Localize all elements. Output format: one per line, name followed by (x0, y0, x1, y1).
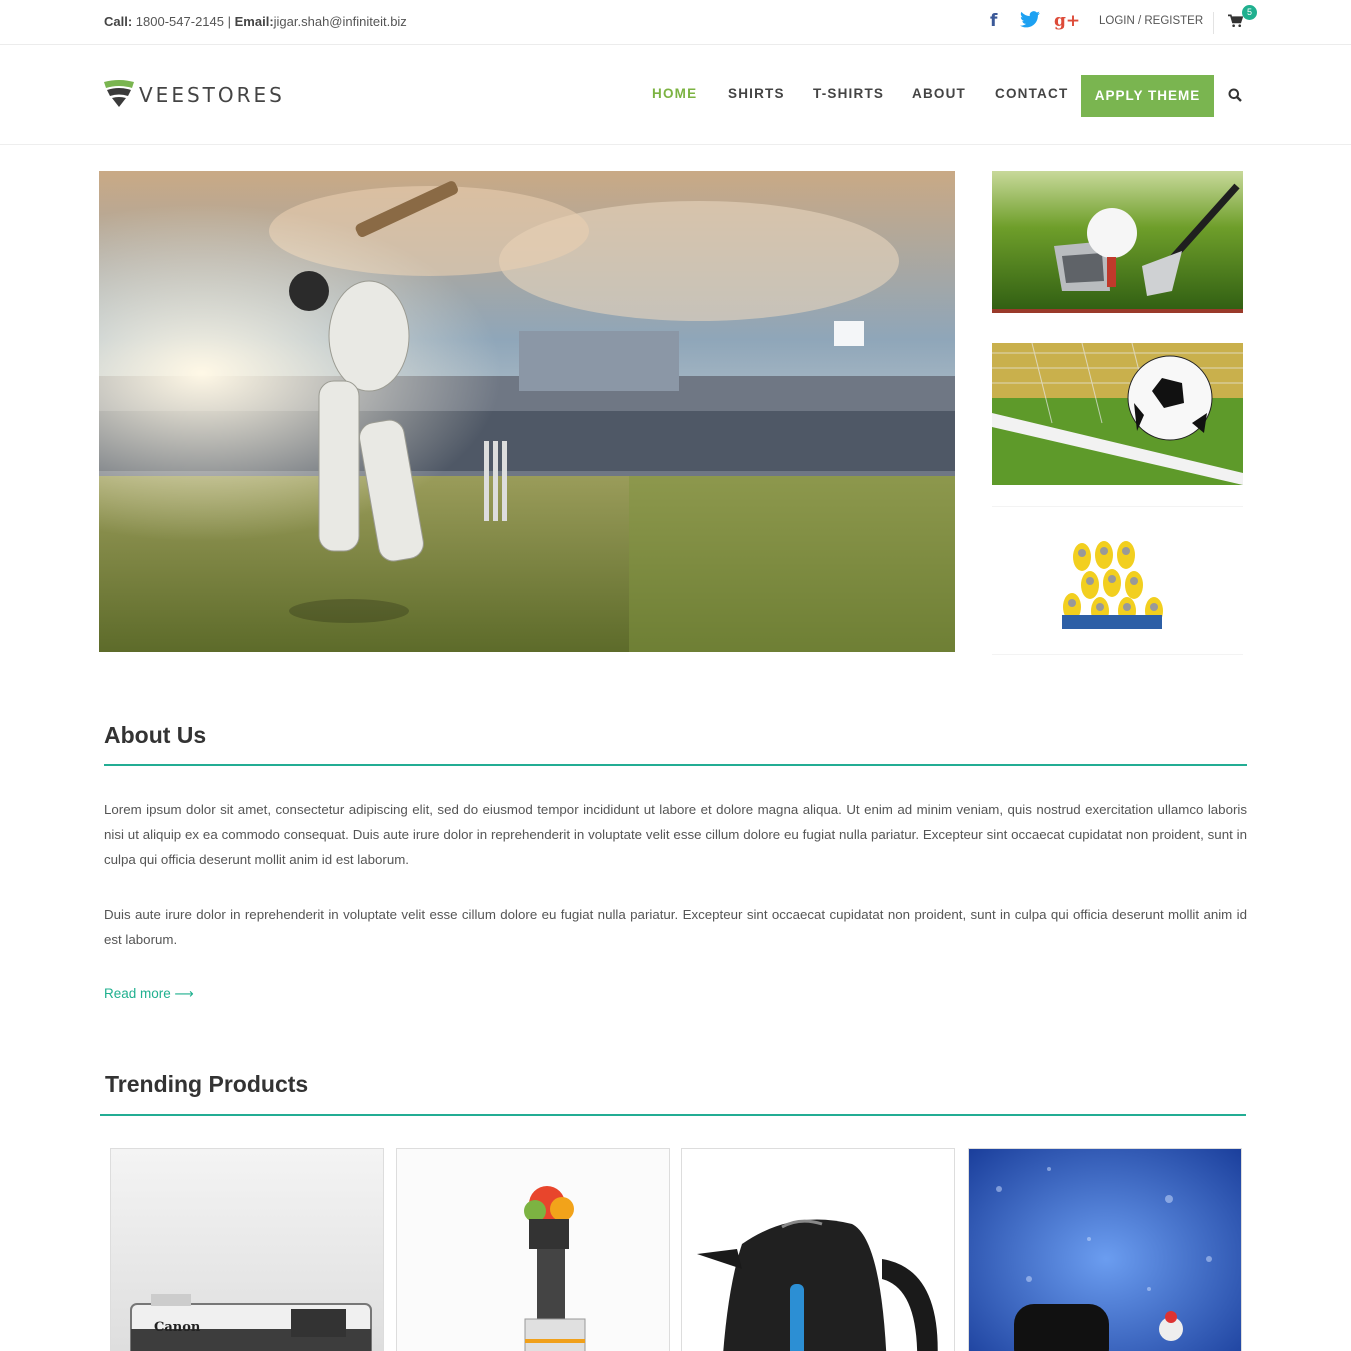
phone-number[interactable]: 1800-547-2145 (136, 14, 224, 29)
call-label: Call: (104, 14, 133, 29)
trending-divider (100, 1114, 1246, 1116)
googleplus-icon[interactable]: g+ (1054, 11, 1080, 31)
contact-info: Call: 1800-547-2145 | Email:jigar.shah@i… (104, 14, 407, 29)
product-card-gift[interactable] (968, 1148, 1242, 1351)
about-paragraph-1: Lorem ipsum dolor sit amet, consectetur … (104, 802, 1247, 867)
twitter-icon[interactable] (1020, 11, 1040, 33)
top-bar: Call: 1800-547-2145 | Email:jigar.shah@i… (0, 0, 1351, 45)
nav-shirts[interactable]: SHIRTS (728, 86, 785, 101)
apply-theme-button[interactable]: APPLY THEME (1081, 75, 1214, 117)
cart-icon[interactable] (1228, 14, 1244, 33)
read-more-link[interactable]: Read more ⟶ (104, 986, 194, 1002)
logo-text[interactable]: VEESTORES (139, 83, 285, 107)
contact-separator: | (227, 14, 232, 29)
nav-contact[interactable]: CONTACT (995, 86, 1068, 101)
hero-banner-image[interactable] (99, 171, 955, 652)
divider (1213, 12, 1214, 34)
soccer-thumbnail-image[interactable] (992, 343, 1243, 485)
product-card-juicer[interactable] (396, 1148, 670, 1351)
about-divider (104, 764, 1247, 766)
search-icon[interactable] (1228, 88, 1242, 107)
cart-count-badge: 5 (1242, 5, 1257, 20)
nav-t-shirts[interactable]: T-SHIRTS (813, 86, 884, 101)
nav-about[interactable]: ABOUT (912, 86, 966, 101)
about-title: About Us (104, 722, 207, 748)
email-address[interactable]: jigar.shah@infiniteit.biz (274, 14, 407, 29)
camera-brand-label: Canon (154, 1320, 201, 1335)
login-register-link[interactable]: LOGIN / REGISTER (1099, 15, 1203, 27)
main-header: VEESTORES HOME SHIRTS T-SHIRTS ABOUT CON… (0, 45, 1351, 145)
nav-home[interactable]: HOME (652, 86, 697, 101)
email-label: Email: (234, 14, 274, 29)
trending-title: Trending Products (105, 1071, 309, 1097)
minions-thumbnail-image[interactable] (992, 506, 1243, 655)
facebook-icon[interactable]: f (990, 11, 997, 31)
golf-thumbnail-image[interactable] (992, 171, 1243, 313)
logo-icon[interactable] (104, 80, 134, 113)
product-card-camera[interactable]: Canon (110, 1148, 384, 1351)
about-paragraph-2: Duis aute irure dolor in reprehenderit i… (104, 907, 1247, 947)
product-card-kettle[interactable] (681, 1148, 955, 1351)
